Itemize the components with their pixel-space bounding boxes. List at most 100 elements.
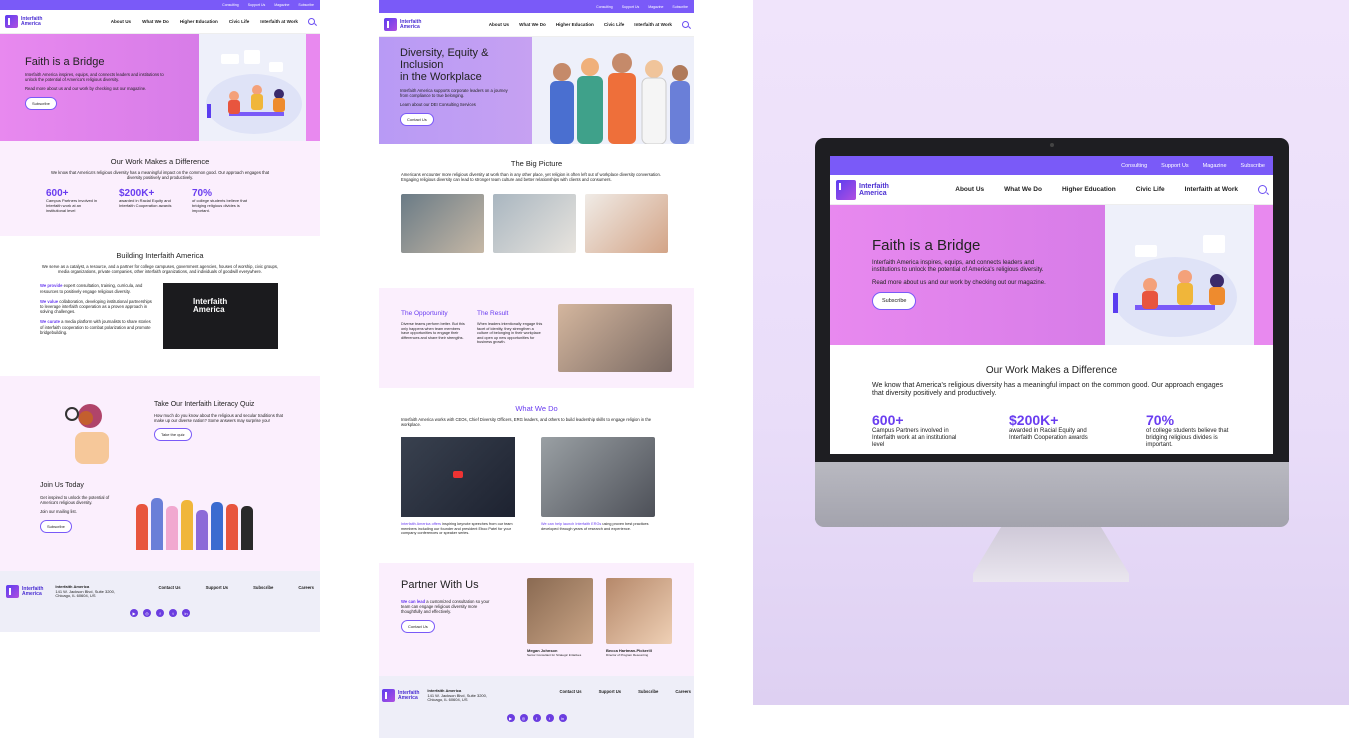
partner-section: Partner With Us We can lead a customized… [379,563,694,676]
footer-link[interactable]: Support Us [206,585,229,590]
nav-item[interactable]: What We Do [142,19,169,24]
youtube-icon[interactable]: ▶ [506,714,515,723]
footer-link[interactable]: Contact Us [559,689,581,694]
partner-contact-button[interactable]: Contact Us [401,619,435,633]
photo-megan [527,578,593,644]
erg-text: We can help launch Interfaith ERGs using… [541,522,649,531]
section-title: Our Work Makes a Difference [985,365,1118,376]
nav-item[interactable]: Interfaith at Work [634,22,672,27]
hero: Diversity, Equity & Inclusion in the Wor… [379,37,694,145]
twitter-icon[interactable]: t [169,609,177,618]
nav-item[interactable]: Higher Education [1062,186,1116,193]
search-icon[interactable] [682,21,689,28]
subscribe-button[interactable]: Subscribe [872,292,917,310]
utility-bar: Consulting Support Us Magazine Subscribe [379,0,694,13]
search-icon[interactable] [1258,185,1267,194]
person-role: Senior Consultant for Strategic Initiati… [527,653,582,657]
utility-link[interactable]: Subscribe [672,5,688,9]
instagram-icon[interactable]: ◎ [519,714,528,723]
person-role: Director of Program Resourcing [606,653,649,657]
logo[interactable]: Interfaith America [5,15,42,28]
hero-text: Interfaith America inspires, equips, and… [872,260,1044,273]
curate-text: We curate a media platform with journali… [40,319,151,335]
stat: 600+ Campus Partners involved in Interfai… [872,412,957,448]
take-quiz-button[interactable]: Take the quiz [154,428,192,442]
keynote-video[interactable] [401,437,515,518]
linkedin-icon[interactable]: in [558,714,567,723]
keynote-text: Interfaith America offers inspiring keyn… [401,522,513,536]
footer-logo[interactable]: Interfaith America [382,689,419,702]
twitter-icon[interactable]: t [545,714,554,723]
main-nav: Interfaith America About Us What We Do H… [830,175,1273,205]
footer-logo[interactable]: Interfaith America [6,585,43,598]
instagram-icon[interactable]: ◎ [143,609,151,618]
result-title: The Result [477,310,509,317]
photo-erg [541,437,655,518]
nav-item[interactable]: What We Do [1004,186,1042,193]
monitor-screen: Consulting Support Us Magazine Subscribe… [830,156,1273,454]
hero-text-2: Learn about our DEI Consulting Services [400,102,476,108]
value-text: We value collaboration, developing insti… [40,298,152,315]
contact-us-button[interactable]: Contact Us [400,112,434,126]
nav-item[interactable]: Interfaith at Work [260,19,298,24]
facebook-icon[interactable]: f [532,714,541,723]
nav-item[interactable]: What We Do [519,22,546,27]
utility-link[interactable]: Consulting [222,3,239,7]
play-icon[interactable] [453,471,463,479]
footer-link[interactable]: Contact Us [158,585,180,590]
stat: 600+ Campus Partners involved in Interfai… [46,188,98,213]
provide-text: We provide expert consultation, training… [40,283,143,294]
hero-illustration [1105,205,1273,345]
footer-link[interactable]: Support Us [599,689,622,694]
footer-link[interactable]: Careers [298,585,314,590]
search-icon[interactable] [308,18,315,25]
opportunity-title: The Opportunity [401,310,448,317]
stat: 70% of college students believe that brid… [192,188,247,213]
subscribe-button[interactable]: Subscribe [25,96,57,110]
logo-icon [5,15,18,28]
intro-video[interactable]: Interfaith America [163,283,278,350]
linkedin-icon[interactable]: in [182,609,190,618]
youtube-icon[interactable]: ▶ [130,609,138,618]
nav-item[interactable]: Civic Life [1136,186,1165,193]
stat: 70% of college students believe that brid… [1146,412,1229,448]
difference-section: Our Work Makes a Difference We know that… [830,345,1273,454]
utility-link[interactable]: Magazine [274,3,289,7]
quiz-title: Take Our Interfaith Literacy Quiz [154,401,255,408]
opportunity-section: The Opportunity Diverse teams perform be… [379,288,694,388]
nav-item[interactable]: Higher Education [556,22,594,27]
logo[interactable]: Interfaith America [384,18,421,31]
stat: $200K+ awarded in Racial Equity and Inter… [1009,412,1088,441]
logo[interactable]: Interfaith America [836,179,889,200]
utility-link[interactable]: Subscribe [1241,163,1265,169]
utility-link[interactable]: Magazine [648,5,663,9]
utility-link[interactable]: Consulting [1121,163,1147,169]
nav-item[interactable]: Civic Life [229,19,249,24]
nav-item[interactable]: Higher Education [180,19,218,24]
join-text-2: Join our mailing list. [40,509,77,515]
footer-link[interactable]: Subscribe [638,689,658,694]
utility-link[interactable]: Support Us [248,3,266,7]
hero-text-2: Read more about us and our work by check… [25,86,147,92]
nav-item[interactable]: About Us [111,19,131,24]
footer-link[interactable]: Careers [675,689,691,694]
utility-link[interactable]: Support Us [622,5,640,9]
footer-address: Interfaith America 141 W. Jackson Blvd, S… [55,584,115,599]
footer-link[interactable]: Subscribe [253,585,273,590]
section-text: We know that America's religious diversi… [872,382,1224,397]
utility-link[interactable]: Consulting [596,5,613,9]
hero-text: Interfaith America inspires, equips, and… [25,72,164,83]
nav-item[interactable]: About Us [955,186,984,193]
opportunity-text: Diverse teams perform better. But this o… [401,322,465,340]
logo-text: Interfaith America [21,15,43,27]
join-subscribe-button[interactable]: Subscribe [40,519,72,533]
nav-item[interactable]: Civic Life [604,22,624,27]
hero: Faith is a Bridge Interfaith America ins… [0,34,320,141]
utility-link[interactable]: Magazine [1203,163,1227,169]
utility-link[interactable]: Subscribe [298,3,314,7]
facebook-icon[interactable]: f [156,609,164,618]
difference-section: Our Work Makes a Difference We know that… [0,141,320,236]
nav-item[interactable]: About Us [489,22,509,27]
nav-item[interactable]: Interfaith at Work [1185,186,1238,193]
utility-link[interactable]: Support Us [1161,163,1189,169]
